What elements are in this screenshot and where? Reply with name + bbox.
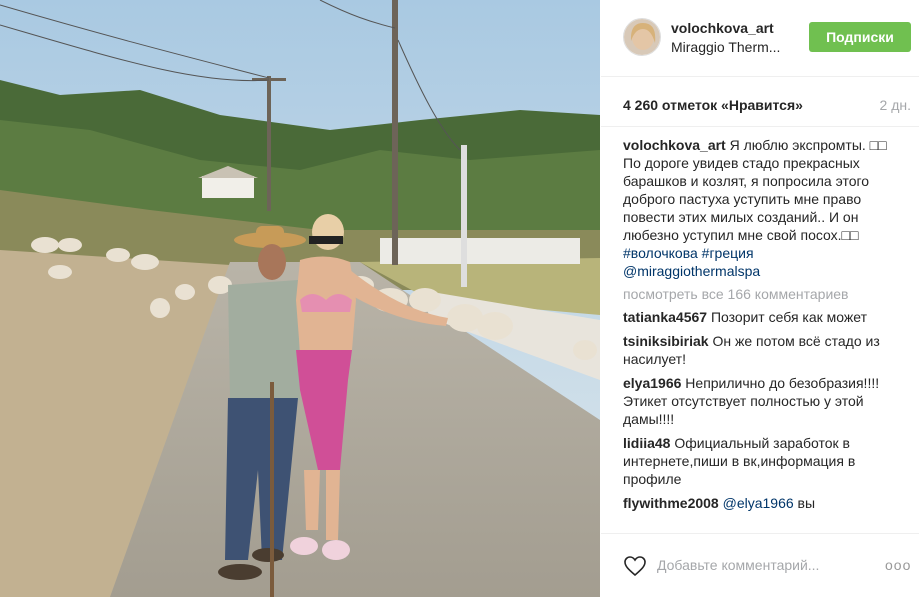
ellipsis-icon[interactable]: ooo: [885, 557, 911, 573]
comment-author[interactable]: flywithme2008: [623, 495, 719, 511]
comment-author[interactable]: elya1966: [623, 375, 681, 391]
comment-author[interactable]: tsiniksibiriak: [623, 333, 709, 349]
heart-outline-icon[interactable]: [623, 554, 647, 578]
post-header: volochkova_art Miraggio Therm... Подписк…: [601, 0, 919, 77]
avatar[interactable]: [623, 18, 661, 56]
comment-author[interactable]: tatianka4567: [623, 309, 707, 325]
location-link[interactable]: Miraggio Therm...: [671, 39, 780, 55]
comment-item: flywithme2008 @elya1966 вы: [623, 494, 899, 512]
comment-text: вы: [797, 495, 816, 511]
comment-item: elya1966 Неприлично до безобразия!!!! Эт…: [623, 374, 899, 428]
post-window: volochkova_art Miraggio Therm... Подписк…: [0, 0, 919, 597]
follow-button[interactable]: Подписки: [809, 22, 911, 52]
caption-mention[interactable]: @miraggiothermalspa: [623, 263, 760, 279]
caption-hashtags[interactable]: #волочкова #греция: [623, 245, 754, 261]
comments-inner: volochkova_art Я люблю экспромты. □□ По …: [623, 136, 899, 518]
comment-author[interactable]: lidiia48: [623, 435, 670, 451]
post-age[interactable]: 2 дн.: [880, 97, 911, 113]
username-link[interactable]: volochkova_art: [671, 20, 774, 36]
comment-item: lidiia48 Официальный заработок в интерне…: [623, 434, 899, 488]
post-sidebar: volochkova_art Miraggio Therm... Подписк…: [601, 0, 919, 597]
likes-count[interactable]: 4 260 отметок «Нравится»: [623, 97, 803, 113]
comment-item: tatianka4567 Позорит себя как может: [623, 308, 899, 326]
comment-item: tsiniksibiriak Он же потом всё стадо из …: [623, 332, 899, 368]
post-photo[interactable]: [0, 0, 600, 597]
comment-mention[interactable]: @elya1966: [723, 495, 794, 511]
caption: volochkova_art Я люблю экспромты. □□ По …: [623, 136, 899, 280]
post-footer: Добавьте комментарий... ooo: [601, 533, 919, 598]
comment-text: Позорит себя как может: [710, 309, 867, 325]
add-comment-input[interactable]: Добавьте комментарий...: [657, 557, 819, 573]
comments-list[interactable]: volochkova_art Я люблю экспромты. □□ По …: [601, 126, 919, 533]
view-all-comments-link[interactable]: посмотреть все 166 комментариев: [623, 286, 899, 302]
caption-author[interactable]: volochkova_art: [623, 137, 726, 153]
